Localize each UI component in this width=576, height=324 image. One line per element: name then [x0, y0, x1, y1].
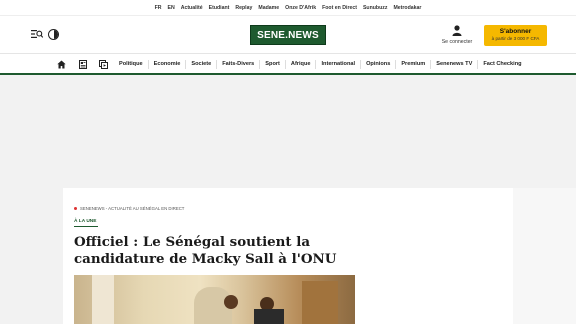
video-icon[interactable] [99, 60, 108, 69]
subscribe-button[interactable]: S'abonner à partir de 3 000 F CFA [484, 25, 547, 46]
article-photo [74, 275, 355, 324]
nav-item-international[interactable]: International [315, 59, 360, 69]
top-link-en[interactable]: EN [167, 5, 174, 11]
section-underline [74, 226, 98, 227]
breadcrumb-link[interactable]: Senenews - Actualité au Sénégal en direc… [80, 206, 184, 211]
article-card: Senenews - Actualité au Sénégal en direc… [63, 188, 513, 324]
menu-search-icon[interactable] [31, 29, 43, 39]
nav-item-senenews-tv[interactable]: Senenews TV [430, 59, 477, 69]
top-link-onze-dafrik[interactable]: Onze D'Afrik [285, 5, 316, 11]
nav-item-politique[interactable]: Politique [114, 60, 148, 69]
top-link-replay[interactable]: Replay [235, 5, 252, 11]
home-icon[interactable] [57, 60, 66, 69]
site-logo[interactable]: SENE.NEWS [250, 25, 326, 45]
nav-item-sport[interactable]: Sport [259, 59, 285, 69]
section-tag[interactable]: À LA UNE [74, 219, 96, 224]
nav-item-premium[interactable]: Premium [395, 59, 430, 69]
article-title: Officiel : Le Sénégal soutient la candid… [74, 234, 337, 267]
top-link-metrodakar[interactable]: Metrodakar [393, 5, 421, 11]
top-link-etudiant[interactable]: Etudiant [209, 5, 230, 11]
top-link-foot-en-direct[interactable]: Foot en Direct [322, 5, 357, 11]
user-icon[interactable] [452, 25, 462, 36]
nav-item-opinions[interactable]: Opinions [360, 59, 395, 69]
breadcrumb: Senenews - Actualité au Sénégal en direc… [74, 206, 184, 211]
nav-item-societe[interactable]: Societe [185, 59, 216, 69]
newspaper-icon[interactable] [79, 60, 87, 69]
sidebar-area [513, 188, 576, 324]
top-link-fr[interactable]: FR [155, 5, 162, 11]
top-links-bar: FR EN Actualité Etudiant Replay Madame O… [0, 0, 576, 15]
subscribe-title: S'abonner [499, 28, 532, 35]
top-link-actualite[interactable]: Actualité [181, 5, 203, 11]
main-nav: Politique Economie Societe Faits-Divers … [0, 53, 576, 75]
subscribe-subtitle: à partir de 3 000 F CFA [491, 36, 540, 41]
nav-item-faits-divers[interactable]: Faits-Divers [216, 59, 259, 69]
site-header: SENE.NEWS Se connecter S'abonner à parti… [0, 15, 576, 53]
nav-item-fact-checking[interactable]: Fact Checking [477, 59, 526, 69]
live-dot-icon [74, 207, 77, 210]
nav-item-afrique[interactable]: Afrique [284, 59, 316, 69]
nav-item-economie[interactable]: Economie [147, 59, 186, 69]
top-link-madame[interactable]: Madame [258, 5, 279, 11]
contrast-toggle-icon[interactable] [48, 29, 59, 40]
top-link-sunubuzz[interactable]: Sunubuzz [363, 5, 388, 11]
login-link[interactable]: Se connecter [437, 39, 477, 45]
ad-placeholder [0, 77, 576, 187]
